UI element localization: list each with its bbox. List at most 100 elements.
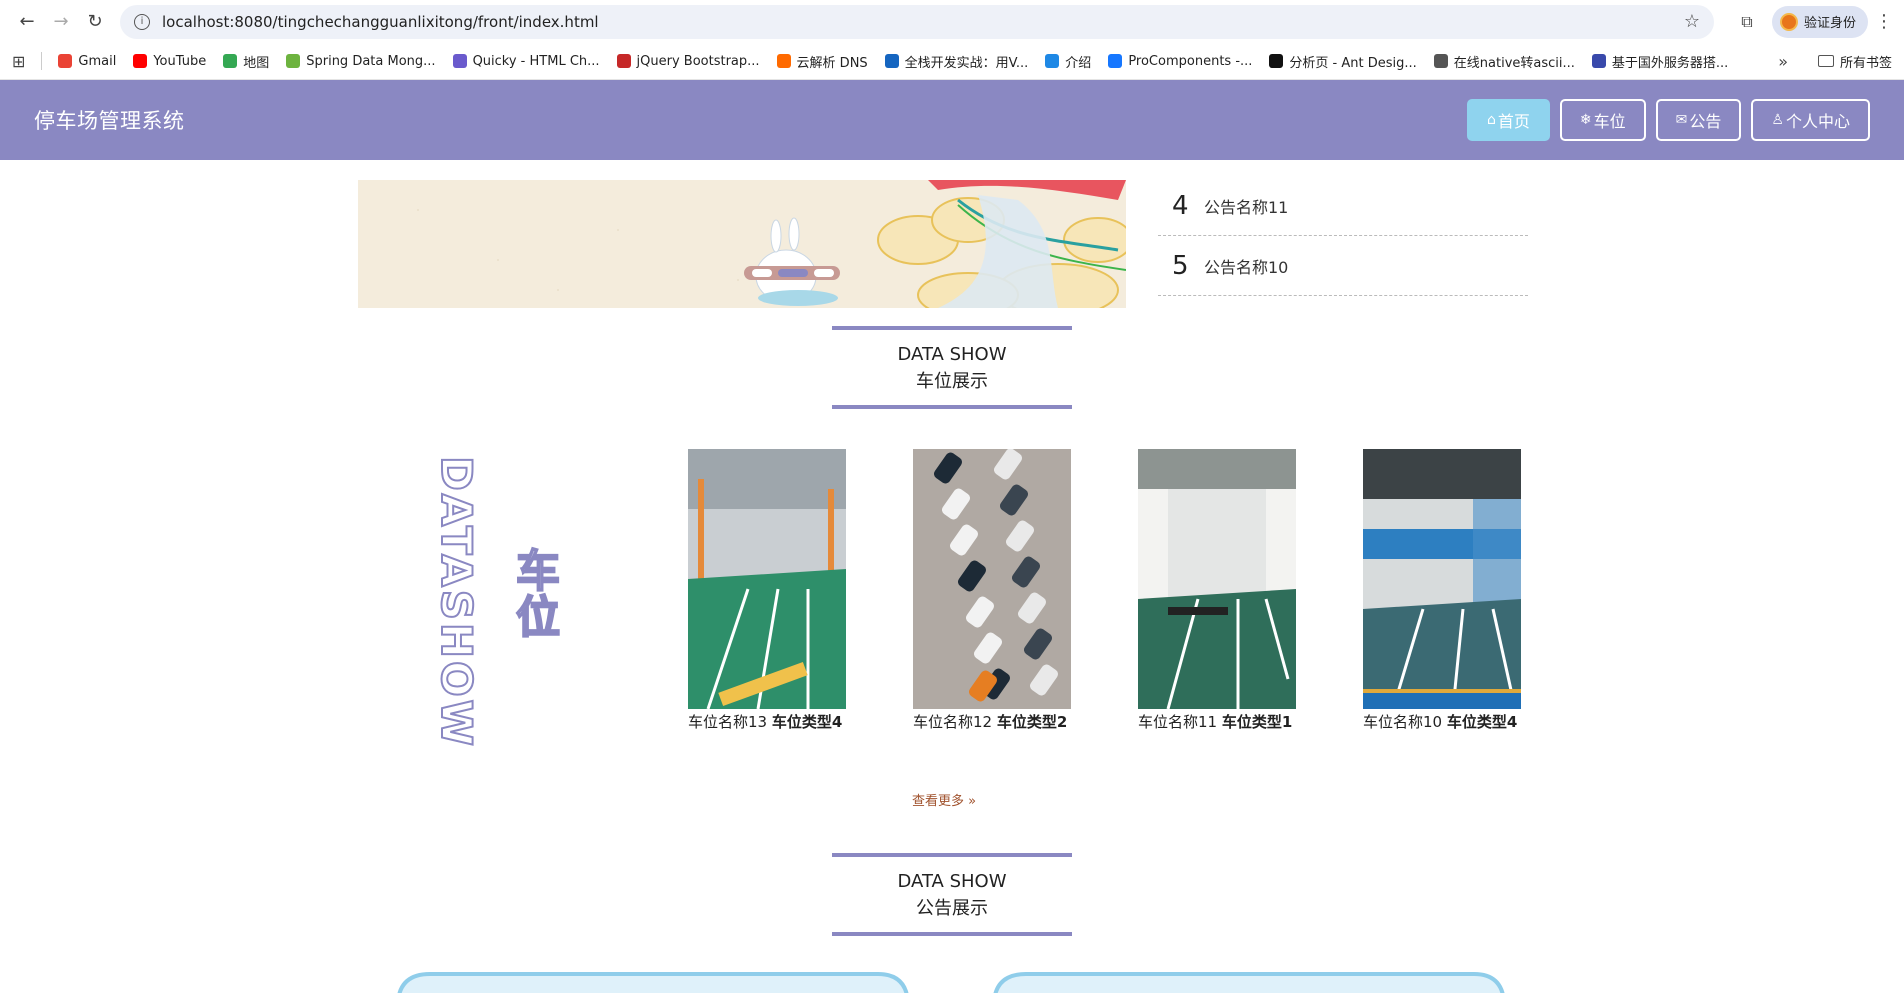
bookmark-favicon-icon [884, 54, 899, 68]
banner-carousel[interactable] [358, 180, 1126, 308]
browser-toolbar: ← → ↻ i localhost:8080/tingchechangguanl… [0, 0, 1904, 43]
profile-button[interactable]: 验证身份 [1771, 5, 1868, 38]
deco-zh-char-2: 位 [516, 592, 560, 643]
snowflake-icon: ❄ [1579, 112, 1592, 128]
section-bar-bottom [832, 405, 1072, 409]
section-head-parking: DATA SHOW 车位展示 [832, 326, 1072, 409]
bookmark-item[interactable]: 介绍 [1045, 52, 1091, 71]
bookmark-item[interactable]: 在线native转ascii... [1433, 52, 1575, 71]
site-info-icon[interactable]: i [134, 13, 150, 30]
nav-item-0[interactable]: ⌂ 首页 [1467, 99, 1550, 141]
avatar [1779, 12, 1798, 31]
bookmark-favicon-icon [1045, 54, 1060, 68]
bookmark-item[interactable]: 地图 [223, 52, 269, 71]
section-bar-top [832, 326, 1072, 330]
bookmark-label: Spring Data Mong... [306, 53, 436, 69]
back-icon[interactable]: ← [10, 5, 44, 39]
section-zh-title: 车位展示 [916, 371, 988, 392]
bookmark-label: 分析页 - Ant Desig... [1289, 55, 1417, 71]
card-caption: 车位名称10 车位类型4 [1363, 711, 1521, 732]
all-bookmarks-link[interactable]: 所有书签 [1840, 52, 1892, 71]
bookmark-favicon-icon [286, 54, 301, 68]
bookmark-favicon-icon [1108, 54, 1123, 68]
notice-title: 公告名称10 [1204, 257, 1289, 277]
notice-title: 公告名称11 [1204, 197, 1289, 217]
bookmark-item[interactable]: Spring Data Mong... [286, 53, 436, 69]
bookmark-item[interactable]: jQuery Bootstrap... [616, 54, 760, 69]
extensions-icon[interactable]: ⧉ [1730, 5, 1764, 39]
notice-cards-preview [397, 972, 1505, 993]
reload-icon[interactable]: ↻ [78, 5, 112, 39]
card-caption: 车位名称12 车位类型2 [913, 711, 1071, 732]
apps-grid-icon[interactable]: ⊞ [12, 52, 25, 71]
url-text: localhost:8080/tingchechangguanlixitong/… [162, 12, 599, 31]
bookmark-favicon-icon [616, 54, 631, 68]
card-caption: 车位名称11 车位类型1 [1138, 711, 1296, 732]
nav-item-2[interactable]: ✉ 公告 [1655, 99, 1742, 141]
bookmark-favicon-icon [58, 54, 73, 68]
bookmark-item[interactable]: 全栈开发实战：用V... [884, 52, 1028, 71]
bookmark-label: Quicky - HTML Ch... [472, 53, 600, 69]
parking-card[interactable]: 车位名称10 车位类型4 [1363, 449, 1521, 732]
parking-type: 车位类型2 [996, 713, 1068, 731]
site-header: 停车场管理系统 ⌂ 首页 ❄ 车位 ✉ 公告 ♙ 个人中心 [0, 80, 1904, 160]
side-deco-text: DATASHOW 车 位 [431, 455, 561, 747]
banner-illustration [358, 180, 1126, 308]
forward-icon[interactable]: → [44, 5, 78, 39]
parking-cards: 车位名称13 车位类型4 车位名称12 车位类型2 车位名称11 车位类型1 车位名称… [688, 449, 1521, 732]
nav-item-label: 个人中心 [1785, 112, 1850, 131]
user-icon: ♙ [1771, 112, 1784, 128]
parking-card[interactable]: 车位名称11 车位类型1 [1138, 449, 1296, 732]
notice-list: 4 公告名称11 5 公告名称10 [1158, 176, 1528, 296]
section-en-title: DATA SHOW [897, 344, 1007, 365]
bookmark-item[interactable]: Gmail [58, 54, 116, 69]
parking-type: 车位类型4 [771, 713, 843, 731]
parking-name: 车位名称10 [1363, 713, 1443, 731]
bookmark-item[interactable]: 分析页 - Ant Desig... [1269, 52, 1417, 71]
card-caption: 车位名称13 车位类型4 [688, 711, 846, 732]
bookmark-item[interactable]: 云解析 DNS [776, 52, 868, 71]
notice-item[interactable]: 5 公告名称10 [1158, 236, 1528, 296]
parking-space-image[interactable] [688, 449, 846, 709]
parking-card[interactable]: 车位名称13 车位类型4 [688, 449, 846, 732]
nav-item-1[interactable]: ❄ 车位 [1559, 99, 1646, 141]
browser-menu-icon[interactable]: ⋮ [1874, 11, 1894, 32]
bookmark-star-icon[interactable]: ☆ [1684, 11, 1700, 32]
notice-item[interactable]: 4 公告名称11 [1158, 176, 1528, 236]
parking-space-image[interactable] [1138, 449, 1296, 709]
address-bar[interactable]: i localhost:8080/tingchechangguanlixiton… [120, 4, 1714, 39]
parking-space-image[interactable] [913, 449, 1071, 709]
bookmarks-right: » 所有书签 [1778, 52, 1892, 71]
nav-item-label: 车位 [1593, 112, 1626, 131]
bookmark-label: 介绍 [1065, 55, 1092, 71]
deco-en-text: DATASHOW [432, 456, 481, 746]
more-bookmarks-icon[interactable]: » [1778, 52, 1788, 71]
nav-item-label: 首页 [1497, 112, 1530, 131]
bookmarks-bar: ⊞ Gmail YouTube 地图 Spring Data Mong... Quick… [0, 43, 1904, 80]
parking-card[interactable]: 车位名称12 车位类型2 [913, 449, 1071, 732]
bookmark-item[interactable]: 基于国外服务器搭... [1591, 52, 1728, 71]
nav-item-3[interactable]: ♙ 个人中心 [1751, 99, 1870, 141]
mail-icon: ✉ [1675, 112, 1688, 128]
notice-number: 5 [1172, 250, 1189, 281]
parking-space-image[interactable] [1363, 449, 1521, 709]
main-content: 4 公告名称11 5 公告名称10 DATA SHOW 车位展示 DATASHOW 车… [0, 160, 1904, 993]
bookmark-favicon-icon [133, 54, 148, 68]
site-title: 停车场管理系统 [34, 109, 185, 133]
double-chevron-right-icon: » [968, 794, 977, 809]
bookmark-item[interactable]: Quicky - HTML Ch... [452, 53, 600, 69]
section-en-title: DATA SHOW [897, 871, 1007, 892]
bookmark-label: YouTube [153, 53, 207, 69]
bookmark-favicon-icon [1591, 54, 1606, 68]
section-bar-top [832, 853, 1072, 857]
bookmark-item[interactable]: YouTube [133, 54, 206, 69]
bookmark-item[interactable]: ProComponents -... [1108, 54, 1252, 69]
view-more-link[interactable]: 查看更多 » [912, 790, 976, 809]
profile-label: 验证身份 [1803, 16, 1856, 31]
home-icon: ⌂ [1487, 112, 1496, 128]
bookmark-label: 地图 [243, 55, 270, 71]
bookmark-favicon-icon [776, 54, 791, 68]
bookmark-label: ProComponents -... [1128, 53, 1253, 69]
bookmarks-divider [41, 52, 43, 70]
parking-name: 车位名称12 [913, 713, 993, 731]
